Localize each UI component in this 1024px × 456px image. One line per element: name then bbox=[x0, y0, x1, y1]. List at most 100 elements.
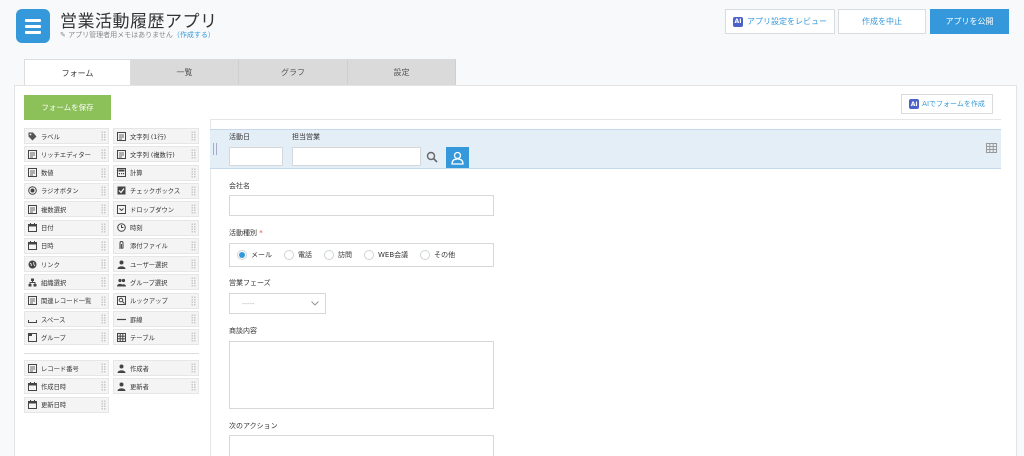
palette-item-paperclip[interactable]: 添付ファイル bbox=[113, 237, 199, 254]
search-icon[interactable] bbox=[424, 148, 440, 165]
ai-icon: AI bbox=[909, 99, 920, 109]
datetime-icon bbox=[28, 381, 37, 391]
palette-item-dropdown[interactable]: ドロップダウン bbox=[113, 201, 199, 218]
ai-create-form-label: AIでフォームを作成 bbox=[922, 100, 985, 108]
palette-item-line[interactable]: 罫線 bbox=[113, 311, 199, 327]
palette-item-table[interactable]: テーブル bbox=[113, 329, 199, 346]
user-picker-icon[interactable] bbox=[446, 147, 469, 168]
cancel-creation-button[interactable]: 作成を中止 bbox=[838, 9, 926, 34]
palette-item-related-records[interactable]: 関連レコード一覧 bbox=[24, 292, 109, 309]
ai-create-form-button[interactable]: AI AIでフォームを作成 bbox=[901, 94, 993, 114]
palette-item-label: 日時 bbox=[41, 243, 54, 251]
palette-item-user[interactable]: 作成者 bbox=[113, 360, 199, 376]
palette-item-label: ユーザー選択 bbox=[130, 261, 168, 269]
radio-icon bbox=[237, 250, 247, 260]
palette-item-checkbox[interactable]: チェックボックス bbox=[113, 182, 199, 199]
app-icon bbox=[16, 9, 50, 43]
palette-item-datetime[interactable]: 更新日時 bbox=[24, 396, 109, 413]
ai-icon: AI bbox=[733, 16, 743, 27]
palette-item-label: 作成日時 bbox=[41, 383, 67, 391]
memo-create-link[interactable]: （作成する） bbox=[173, 31, 215, 39]
drag-grip-icon bbox=[191, 131, 196, 141]
drag-grip-icon bbox=[191, 295, 196, 306]
drag-grip-icon bbox=[191, 259, 196, 270]
drag-grip-icon bbox=[101, 259, 106, 270]
radio-icon bbox=[284, 250, 294, 260]
palette-item-record-number[interactable]: レコード番号 bbox=[24, 360, 109, 376]
next-action-textarea[interactable] bbox=[229, 435, 494, 456]
activity-type-radio-group: メール 電話 訪問 WEB会議 その他 bbox=[229, 243, 494, 267]
palette-item-label: グループ選択 bbox=[130, 279, 168, 287]
palette-item-label: 複数選択 bbox=[41, 206, 67, 214]
radio-option-visit[interactable]: 訪問 bbox=[324, 250, 352, 260]
tab-form[interactable]: フォーム bbox=[24, 59, 131, 87]
palette-item-space[interactable]: スペース bbox=[24, 311, 109, 327]
radio-option-web-meeting[interactable]: WEB会議 bbox=[364, 250, 408, 260]
tab-list[interactable]: 一覧 bbox=[131, 59, 239, 85]
paperclip-icon bbox=[117, 241, 126, 250]
sales-phase-label: 営業フェーズ bbox=[229, 279, 271, 287]
tab-settings[interactable]: 設定 bbox=[348, 59, 456, 85]
drag-grip-icon bbox=[101, 399, 106, 410]
palette-item-label: 日付 bbox=[41, 225, 54, 232]
palette-item-number[interactable]: 数値 bbox=[24, 164, 109, 181]
chevron-down-icon bbox=[311, 301, 319, 306]
palette-item-datetime[interactable]: 作成日時 bbox=[24, 378, 109, 395]
table-layout-icon[interactable] bbox=[986, 143, 997, 153]
palette-item-text-line[interactable]: 文字列 (1行) bbox=[113, 128, 199, 144]
radio-icon bbox=[28, 186, 37, 196]
activity-date-label: 活動日 bbox=[229, 133, 250, 141]
palette-item-label: ルックアップ bbox=[130, 298, 168, 306]
discussion-textarea[interactable] bbox=[229, 341, 494, 409]
palette-item-folder[interactable]: グループ bbox=[24, 329, 109, 346]
palette-item-calendar[interactable]: 日付 bbox=[24, 219, 109, 236]
radio-option-other[interactable]: その他 bbox=[420, 250, 455, 260]
review-settings-button[interactable]: AI アプリ設定をレビュー bbox=[725, 9, 835, 34]
palette-item-group[interactable]: グループ選択 bbox=[113, 274, 199, 291]
activity-date-input[interactable] bbox=[229, 147, 283, 166]
clock-icon bbox=[117, 223, 126, 232]
app-memo: ✎ アプリ管理者用メモはありません（作成する） bbox=[60, 30, 215, 40]
drag-grip-icon bbox=[191, 332, 196, 343]
radio-icon bbox=[364, 250, 374, 260]
drag-grip-icon bbox=[101, 131, 106, 141]
palette-item-user[interactable]: ユーザー選択 bbox=[113, 256, 199, 273]
drag-grip-icon bbox=[101, 277, 106, 288]
drag-grip-icon bbox=[101, 204, 106, 215]
sales-rep-input[interactable] bbox=[292, 147, 421, 166]
palette-item-rich-editor[interactable]: リッチエディター bbox=[24, 146, 109, 163]
palette-item-clock[interactable]: 時刻 bbox=[113, 219, 199, 236]
drag-grip-icon bbox=[191, 314, 196, 324]
palette-item-multi-select[interactable]: 複数選択 bbox=[24, 201, 109, 218]
sales-phase-dropdown[interactable]: ----- bbox=[229, 293, 326, 314]
palette-item-datetime[interactable]: 日時 bbox=[24, 237, 109, 254]
palette-item-label: テーブル bbox=[130, 334, 155, 342]
activity-type-label: 活動種別 * bbox=[229, 229, 263, 237]
palette-item-label: 関連レコード一覧 bbox=[41, 298, 92, 306]
publish-app-button[interactable]: アプリを公開 bbox=[930, 9, 1009, 34]
company-name-input[interactable] bbox=[229, 195, 494, 216]
palette-divider bbox=[24, 353, 199, 354]
palette-item-org[interactable]: 組織選択 bbox=[24, 274, 109, 291]
palette-item-globe[interactable]: リンク bbox=[24, 256, 109, 273]
palette-item-text-multiline[interactable]: 文字列 (複数行) bbox=[113, 146, 199, 163]
palette-item-user[interactable]: 更新者 bbox=[113, 378, 199, 395]
palette-item-tag[interactable]: ラベル bbox=[24, 128, 109, 144]
review-settings-label: アプリ設定をレビュー bbox=[747, 17, 827, 26]
radio-option-phone[interactable]: 電話 bbox=[284, 250, 312, 260]
palette-item-lookup[interactable]: ルックアップ bbox=[113, 292, 199, 309]
save-form-button[interactable]: フォームを保存 bbox=[24, 95, 111, 120]
palette-item-label: レコード番号 bbox=[41, 365, 79, 373]
palette-item-calculator[interactable]: 計算 bbox=[113, 164, 199, 181]
sales-rep-label: 担当営業 bbox=[292, 133, 320, 141]
palette-item-label: 作成者 bbox=[130, 365, 149, 373]
drag-grip-icon bbox=[101, 314, 106, 324]
row-drag-handle[interactable] bbox=[213, 143, 217, 155]
drag-grip-icon bbox=[101, 381, 106, 392]
drag-grip-icon bbox=[191, 277, 196, 288]
drag-grip-icon bbox=[101, 295, 106, 306]
radio-option-mail[interactable]: メール bbox=[237, 250, 272, 260]
memo-text: アプリ管理者用メモはありません bbox=[68, 31, 173, 39]
tab-graph[interactable]: グラフ bbox=[239, 59, 348, 85]
palette-item-radio[interactable]: ラジオボタン bbox=[24, 182, 109, 199]
